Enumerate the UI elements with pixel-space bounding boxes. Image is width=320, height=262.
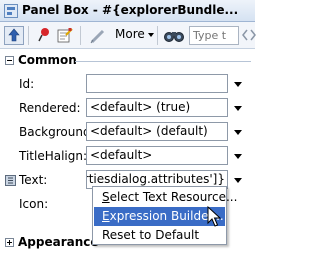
titlehalign-select[interactable]: <default> bbox=[86, 146, 228, 165]
mouse-cursor-icon bbox=[207, 206, 221, 227]
background-value: <default> (default) bbox=[90, 124, 208, 138]
menu-item-select-text-resource[interactable]: Select Text Resource... bbox=[94, 188, 237, 207]
background-dropdown-icon[interactable] bbox=[234, 130, 242, 135]
collapse-icon[interactable] bbox=[5, 56, 14, 65]
rendered-label: Rendered: bbox=[19, 101, 81, 115]
id-field[interactable] bbox=[86, 74, 228, 93]
menu-item-reset-to-default[interactable]: Reset to Default bbox=[94, 226, 225, 245]
menu-item-expression-builder[interactable]: Expression Builder... bbox=[94, 207, 225, 226]
toolbar-separator bbox=[157, 26, 158, 45]
rendered-select[interactable]: <default> (true) bbox=[86, 98, 228, 117]
edit-properties-icon[interactable] bbox=[56, 26, 74, 45]
toolbar-separator bbox=[80, 26, 81, 45]
search-box[interactable] bbox=[189, 26, 239, 45]
rendered-dropdown-icon[interactable] bbox=[234, 106, 242, 111]
pencil-icon[interactable] bbox=[88, 26, 108, 45]
titlehalign-value: <default> bbox=[90, 148, 153, 162]
titlehalign-dropdown-icon[interactable] bbox=[234, 154, 242, 159]
window-title: Panel Box - #{explorerBundle... bbox=[22, 3, 239, 17]
section-divider bbox=[75, 61, 251, 62]
id-label: Id: bbox=[19, 77, 35, 91]
text-dropdown-icon[interactable] bbox=[234, 178, 242, 183]
toolbar-separator bbox=[28, 26, 29, 45]
section-appearance-label: Appearance bbox=[18, 235, 99, 249]
search-input[interactable] bbox=[190, 27, 238, 44]
text-value: ropertiesdialog.attributes']} bbox=[87, 172, 225, 186]
more-menu-label[interactable]: More bbox=[115, 27, 145, 41]
background-label: Background: bbox=[19, 125, 95, 139]
icon-label: Icon: bbox=[19, 197, 49, 211]
right-arrow-icon[interactable] bbox=[249, 28, 257, 42]
id-input[interactable] bbox=[87, 75, 227, 92]
section-common-header[interactable]: Common bbox=[0, 53, 255, 70]
toolbar: More bbox=[0, 22, 257, 49]
rendered-value: <default> (true) bbox=[90, 100, 191, 114]
id-dropdown-icon[interactable] bbox=[234, 82, 242, 87]
window-titlebar: Panel Box - #{explorerBundle... bbox=[0, 0, 255, 22]
binoculars-icon[interactable] bbox=[163, 26, 185, 45]
chevron-down-icon[interactable] bbox=[148, 33, 154, 37]
background-select[interactable]: <default> (default) bbox=[86, 122, 228, 141]
pin-icon[interactable] bbox=[36, 26, 52, 45]
expand-icon[interactable] bbox=[5, 238, 14, 247]
left-arrow-icon[interactable] bbox=[241, 28, 249, 42]
text-label: Text: bbox=[19, 173, 48, 187]
section-common-label: Common bbox=[18, 53, 77, 67]
titlehalign-label: TitleHalign: bbox=[19, 149, 88, 163]
resource-bundle-icon bbox=[5, 175, 16, 186]
up-arrow-icon[interactable] bbox=[4, 26, 24, 45]
panel-box-icon bbox=[4, 4, 18, 18]
